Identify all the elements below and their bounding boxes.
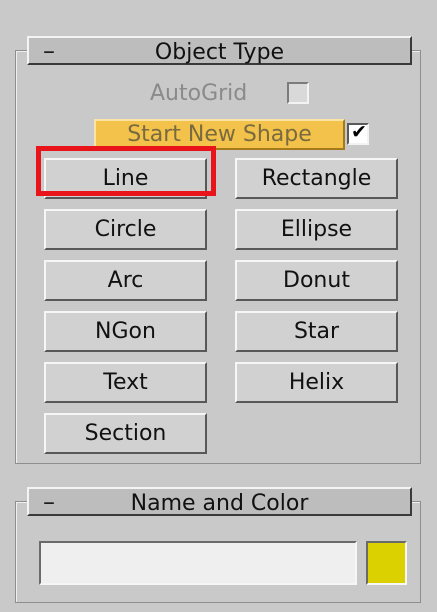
donut-button[interactable]: Donut	[235, 260, 398, 301]
start-new-shape-checkbox[interactable]: ✔	[347, 121, 369, 145]
autogrid-label: AutoGrid	[150, 81, 248, 106]
ngon-button[interactable]: NGon	[44, 311, 207, 352]
name-and-color-header[interactable]: – Name and Color	[27, 487, 412, 516]
section-button[interactable]: Section	[44, 413, 207, 454]
star-button[interactable]: Star	[235, 311, 398, 352]
rollout-title: Object Type	[154, 40, 285, 65]
selection-highlight	[36, 146, 216, 196]
text-button[interactable]: Text	[44, 362, 207, 403]
rollout-title: Name and Color	[130, 491, 309, 516]
object-type-header[interactable]: – Object Type	[27, 36, 412, 65]
object-name-field[interactable]	[39, 541, 357, 585]
autogrid-checkbox[interactable]	[287, 82, 309, 104]
checkmark-icon: ✔	[351, 121, 367, 143]
helix-button[interactable]: Helix	[235, 362, 398, 403]
ellipse-button[interactable]: Ellipse	[235, 209, 398, 250]
arc-button[interactable]: Arc	[44, 260, 207, 301]
object-color-swatch[interactable]	[366, 541, 407, 585]
circle-button[interactable]: Circle	[44, 209, 207, 250]
command-panel: – Object Type AutoGrid Start New Shape ✔…	[0, 0, 437, 612]
rectangle-button[interactable]: Rectangle	[235, 158, 398, 199]
